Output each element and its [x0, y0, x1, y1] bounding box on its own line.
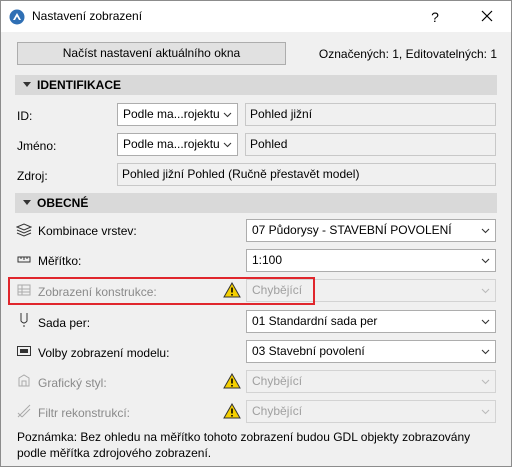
volby-value: 03 Stavební povolení	[252, 344, 365, 358]
meritko-label: Měřítko:	[38, 254, 82, 268]
close-icon[interactable]	[475, 5, 499, 27]
sada-value: 01 Standardní sada per	[252, 314, 378, 328]
zdroj-label: Zdroj:	[17, 169, 48, 183]
kombinace-select[interactable]: 07 Půdorysy - STAVEBNÍ POVOLENÍ	[246, 219, 496, 242]
title-bar: Nastavení zobrazení ?	[1, 1, 511, 32]
jmeno-mode-select[interactable]: Podle ma...rojektu	[117, 133, 238, 156]
section-obecne[interactable]: OBECNÉ	[15, 193, 497, 213]
dialog-body: Načíst nastavení aktuálního okna Označen…	[1, 32, 511, 466]
id-mode-value: Podle ma...rojektu	[123, 107, 220, 121]
chevron-down-icon	[481, 319, 490, 325]
meritko-select[interactable]: 1:100	[246, 249, 496, 272]
zdroj-field: Pohled jižní Pohled (Ručně přestavět mod…	[117, 163, 496, 186]
layers-icon	[16, 223, 32, 237]
filtr-label: Filtr rekonstrukcí:	[38, 406, 131, 420]
collapse-arrow-icon	[23, 200, 31, 205]
highlight-frame	[8, 277, 315, 305]
window-title: Nastavení zobrazení	[32, 9, 143, 23]
settings-dialog: Nastavení zobrazení ? Načíst nastavení a…	[0, 0, 512, 467]
warning-icon	[223, 373, 241, 389]
graficky-select[interactable]: Chybějící	[246, 370, 496, 393]
section-identifikace[interactable]: IDENTIFIKACE	[15, 75, 497, 95]
chevron-down-icon	[481, 228, 490, 234]
section-title: IDENTIFIKACE	[37, 78, 121, 92]
scale-icon	[17, 256, 31, 263]
id-field[interactable]: Pohled jižní	[245, 103, 496, 126]
id-mode-select[interactable]: Podle ma...rojektu	[117, 103, 238, 126]
graficky-value: Chybějící	[252, 374, 303, 388]
chevron-down-icon	[223, 112, 232, 118]
pen-icon	[20, 313, 28, 327]
volby-label: Volby zobrazení modelu:	[38, 346, 170, 360]
app-icon	[9, 9, 25, 25]
model-view-icon	[17, 346, 31, 356]
filtr-value: Chybějící	[252, 404, 303, 418]
kombinace-label: Kombinace vrstev:	[38, 224, 137, 238]
warning-icon	[223, 403, 241, 419]
chevron-down-icon	[481, 379, 490, 385]
help-button[interactable]: ?	[425, 7, 445, 27]
graficky-label: Grafický styl:	[38, 376, 107, 390]
kombinace-value: 07 Půdorysy - STAVEBNÍ POVOLENÍ	[252, 223, 452, 237]
filtr-select[interactable]: Chybějící	[246, 400, 496, 423]
jmeno-mode-value: Podle ma...rojektu	[123, 137, 220, 151]
collapse-arrow-icon	[23, 82, 31, 87]
meritko-value: 1:100	[252, 253, 283, 267]
load-current-window-settings-button[interactable]: Načíst nastavení aktuálního okna	[17, 42, 286, 65]
chevron-down-icon	[481, 288, 490, 294]
chevron-down-icon	[481, 258, 490, 264]
renovation-filter-icon	[17, 404, 31, 418]
sada-label: Sada per:	[38, 316, 91, 330]
section-title: OBECNÉ	[37, 196, 89, 210]
id-label: ID:	[17, 109, 33, 123]
note-text: Poznámka: Bez ohledu na měřítko tohoto z…	[17, 430, 471, 460]
graphic-style-icon	[18, 374, 30, 387]
jmeno-label: Jméno:	[17, 139, 57, 153]
sada-select[interactable]: 01 Standardní sada per	[246, 310, 496, 333]
chevron-down-icon	[481, 409, 490, 415]
chevron-down-icon	[481, 349, 490, 355]
volby-select[interactable]: 03 Stavební povolení	[246, 340, 496, 363]
chevron-down-icon	[223, 142, 232, 148]
selection-counts: Označených: 1, Editovatelných: 1	[318, 47, 497, 61]
jmeno-field[interactable]: Pohled	[245, 133, 496, 156]
